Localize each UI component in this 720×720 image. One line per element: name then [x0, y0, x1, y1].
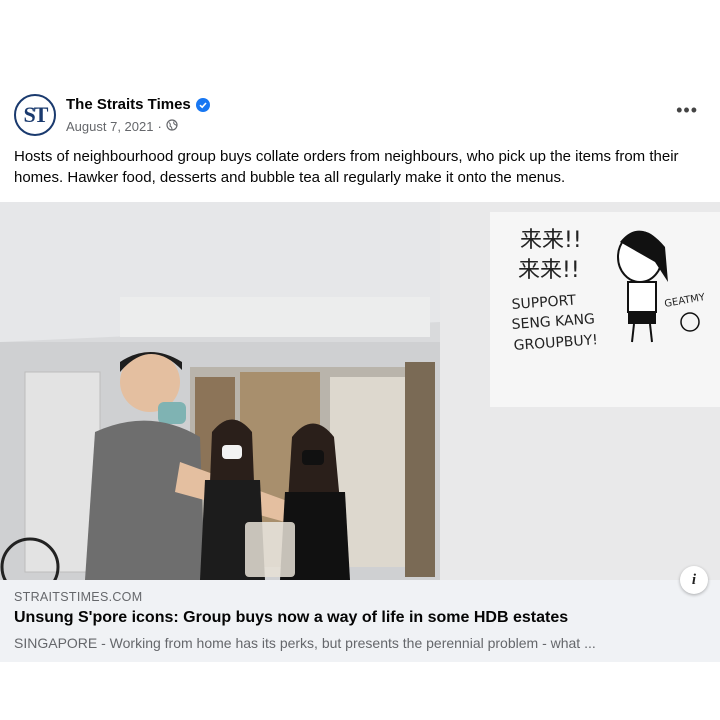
post-photo[interactable]: 来来!! 来来!! SUPPORT SENG KANG GROUPBUY! GE…: [0, 202, 720, 580]
link-domain: STRAITSTIMES.COM: [14, 590, 143, 604]
page-name-row: The Straits Times: [66, 96, 210, 113]
whiteboard-text-2: 来来!!: [518, 258, 580, 283]
verified-badge-icon: [195, 97, 210, 112]
page-avatar[interactable]: ST: [14, 94, 56, 136]
info-button[interactable]: i: [680, 566, 708, 594]
logo-text: ST: [23, 102, 49, 127]
more-options-button[interactable]: •••: [676, 100, 698, 121]
post-caption: Hosts of neighbourhood group buys collat…: [14, 148, 679, 186]
post-date[interactable]: August 7, 2021: [66, 119, 153, 134]
link-description: SINGAPORE - Working from home has its pe…: [14, 635, 596, 651]
date-separator: ·: [157, 119, 162, 134]
link-headline[interactable]: Unsung S'pore icons: Group buys now a wa…: [14, 609, 568, 627]
whiteboard-text-1: 来来!!: [520, 228, 582, 253]
post-meta: August 7, 2021 ·: [66, 119, 178, 134]
page-name[interactable]: The Straits Times: [66, 96, 191, 113]
post-header: ST The Straits Times August 7, 2021 · ••…: [14, 94, 706, 140]
photo-illustration: 来来!! 来来!! SUPPORT SENG KANG GROUPBUY! GE…: [0, 202, 720, 580]
globe-icon: [166, 119, 178, 134]
link-preview[interactable]: STRAITSTIMES.COM Unsung S'pore icons: Gr…: [0, 580, 720, 662]
facebook-post: ST The Straits Times August 7, 2021 · ••…: [0, 82, 720, 662]
